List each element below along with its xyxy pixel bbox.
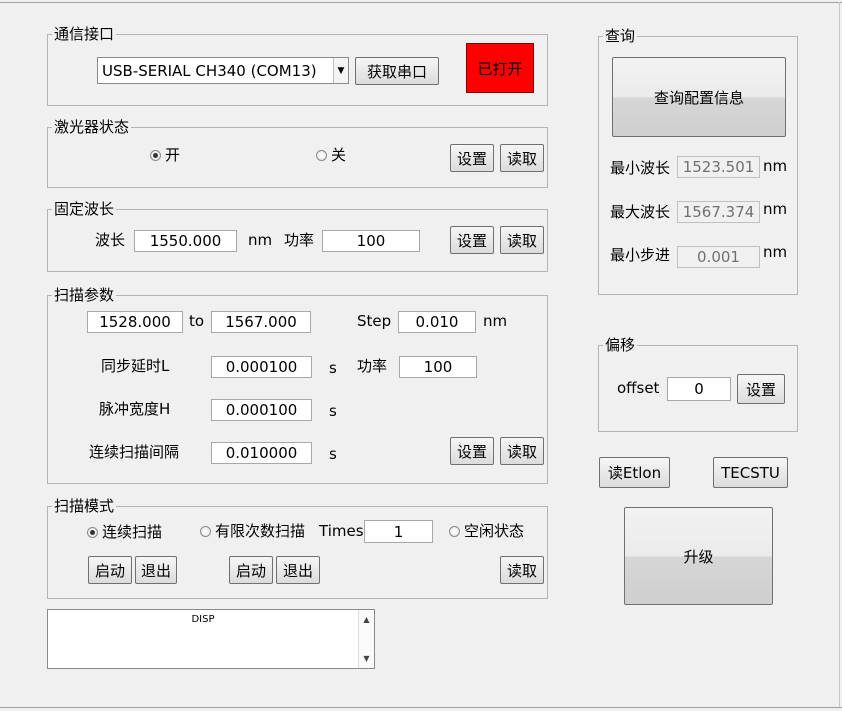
scan-group-title: 扫描参数 [52, 285, 117, 305]
mode-group-title: 扫描模式 [52, 496, 117, 516]
pulse-width-unit: s [329, 402, 337, 420]
chevron-down-icon[interactable]: ▼ [333, 58, 348, 83]
continuous-scan-radio[interactable]: 连续扫描 [87, 522, 162, 542]
scan-interval-label: 连续扫描间隔 [89, 443, 180, 461]
wavelength-input[interactable] [134, 230, 237, 252]
laser-set-button[interactable]: 设置 [450, 144, 494, 172]
scan-read-button[interactable]: 读取 [500, 437, 544, 465]
scan-step-unit: nm [483, 312, 508, 330]
laser-on-label: 开 [165, 146, 181, 164]
laser-on-radio[interactable]: 开 [150, 145, 180, 165]
scroll-up-icon[interactable]: ▲ [359, 612, 374, 627]
wavelength-unit-label: nm [248, 231, 273, 249]
sync-delay-label: 同步延时L [101, 357, 170, 375]
fixed-group-title: 固定波长 [52, 199, 117, 219]
laser-off-radio[interactable]: 关 [316, 145, 346, 165]
times-input[interactable] [364, 520, 433, 543]
display-scrollbar[interactable]: ▲ ▼ [358, 610, 374, 668]
max-wavelength-unit: nm [763, 200, 788, 218]
radio-unselected-icon [316, 149, 327, 161]
continuous-start-button[interactable]: 启动 [88, 556, 132, 584]
scan-set-button[interactable]: 设置 [450, 437, 494, 465]
radio-unselected-icon [449, 525, 460, 537]
window-top-border [0, 2, 842, 3]
wavelength-label: 波长 [95, 231, 126, 249]
scan-to-label: to [189, 312, 205, 330]
pulse-width-label: 脉冲宽度H [99, 400, 171, 418]
query-group-title: 查询 [603, 26, 638, 46]
limited-scan-radio[interactable]: 有限次数扫描 [200, 521, 305, 541]
fixed-power-label: 功率 [284, 231, 315, 249]
min-wavelength-label: 最小波长 [610, 159, 671, 177]
window-right-border [839, 2, 840, 707]
tecstu-button[interactable]: TECSTU [713, 457, 788, 488]
laser-off-label: 关 [331, 146, 347, 164]
limited-scan-label: 有限次数扫描 [215, 522, 306, 540]
read-etlon-button[interactable]: 读Etlon [599, 457, 670, 488]
radio-selected-icon [87, 526, 98, 538]
fixed-read-button[interactable]: 读取 [500, 226, 544, 254]
scan-mode-group: 扫描模式 [47, 496, 548, 599]
scan-step-input[interactable] [398, 311, 476, 333]
offset-set-button[interactable]: 设置 [737, 374, 785, 404]
sync-delay-unit: s [329, 359, 337, 377]
port-status-indicator[interactable]: 已打开 [466, 43, 534, 93]
scan-power-input[interactable] [399, 356, 477, 378]
min-step-label: 最小步进 [610, 246, 671, 264]
limited-exit-button[interactable]: 退出 [276, 556, 320, 584]
serial-port-select[interactable]: USB-SERIAL CH340 (COM13) ▼ [97, 57, 349, 84]
upgrade-button[interactable]: 升级 [624, 507, 773, 605]
sync-delay-input[interactable] [211, 356, 312, 378]
scan-power-label: 功率 [357, 357, 388, 375]
serial-port-value: USB-SERIAL CH340 (COM13) [102, 61, 317, 80]
scan-step-label: Step [357, 312, 392, 330]
radio-unselected-icon [200, 525, 211, 537]
offset-label: offset [617, 379, 660, 397]
continuous-scan-label: 连续扫描 [102, 523, 163, 541]
min-step-value [677, 246, 760, 268]
scan-end-input[interactable] [211, 311, 311, 333]
get-port-button[interactable]: 获取串口 [355, 57, 439, 85]
limited-start-button[interactable]: 启动 [229, 556, 273, 584]
radio-selected-icon [150, 149, 161, 161]
min-step-unit: nm [763, 243, 788, 261]
pulse-width-input[interactable] [211, 399, 312, 421]
fixed-power-input[interactable] [322, 230, 420, 252]
scan-interval-unit: s [329, 445, 337, 463]
laser-read-button[interactable]: 读取 [500, 144, 544, 172]
query-config-button[interactable]: 查询配置信息 [612, 57, 786, 137]
scroll-down-icon[interactable]: ▼ [359, 651, 374, 666]
min-wavelength-unit: nm [763, 157, 788, 175]
max-wavelength-value [677, 201, 760, 223]
times-label: Times [319, 522, 364, 540]
min-wavelength-value [677, 156, 760, 178]
idle-state-label: 空闲状态 [464, 522, 525, 540]
continuous-exit-button[interactable]: 退出 [135, 556, 177, 584]
scan-interval-input[interactable] [211, 442, 312, 464]
scan-start-input[interactable] [87, 311, 183, 333]
comm-group-title: 通信接口 [52, 24, 117, 44]
display-textarea[interactable]: DISP ▲ ▼ [47, 609, 375, 669]
laser-group-title: 激光器状态 [52, 117, 132, 137]
idle-state-radio[interactable]: 空闲状态 [449, 521, 524, 541]
display-text: DISP [191, 614, 215, 625]
max-wavelength-label: 最大波长 [610, 203, 671, 221]
fixed-set-button[interactable]: 设置 [450, 226, 494, 254]
offset-input[interactable] [667, 377, 731, 401]
offset-group-title: 偏移 [603, 335, 638, 355]
mode-read-button[interactable]: 读取 [500, 556, 544, 584]
window-bottom-border [0, 707, 842, 708]
